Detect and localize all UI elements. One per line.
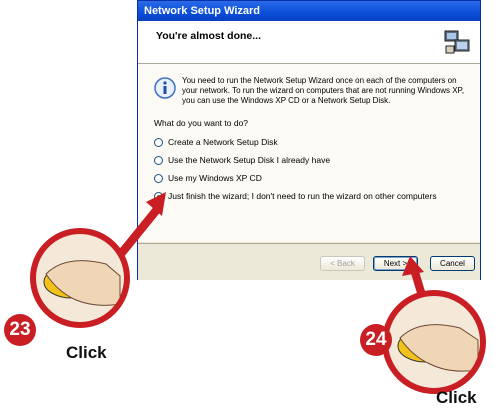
step-24-badge: 24 <box>360 324 392 356</box>
step-23-magnifier <box>30 228 130 328</box>
step-24-magnifier <box>382 290 486 394</box>
hand-clicking-mouse-icon <box>397 324 479 372</box>
step-24-click-label: Click <box>436 388 477 407</box>
arrow-to-next-head <box>402 256 424 276</box>
step-23-click-label: Click <box>66 343 107 362</box>
step-23-badge: 23 <box>4 314 36 346</box>
hand-clicking-mouse-icon <box>43 260 121 306</box>
